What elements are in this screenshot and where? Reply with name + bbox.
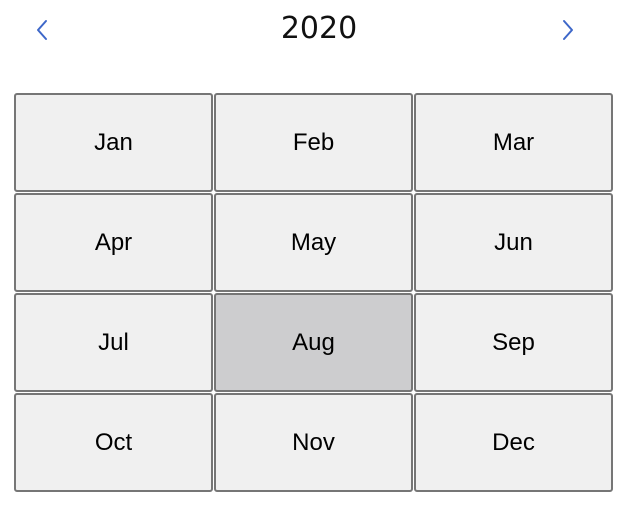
- month-button-mar[interactable]: Mar: [414, 93, 613, 192]
- month-button-oct[interactable]: Oct: [14, 393, 213, 492]
- next-year-button[interactable]: [552, 14, 584, 46]
- year-title: 2020: [280, 11, 358, 46]
- calendar-header: 2020: [0, 0, 638, 60]
- month-button-dec[interactable]: Dec: [414, 393, 613, 492]
- month-button-apr[interactable]: Apr: [14, 193, 213, 292]
- month-button-nov[interactable]: Nov: [214, 393, 413, 492]
- month-button-jun[interactable]: Jun: [414, 193, 613, 292]
- month-button-jul[interactable]: Jul: [14, 293, 213, 392]
- month-button-aug[interactable]: Aug: [214, 293, 413, 392]
- month-grid: Jan Feb Mar Apr May Jun Jul Aug Sep Oct …: [14, 93, 614, 493]
- month-button-sep[interactable]: Sep: [414, 293, 613, 392]
- chevron-right-icon: [563, 20, 573, 40]
- month-button-jan[interactable]: Jan: [14, 93, 213, 192]
- month-button-feb[interactable]: Feb: [214, 93, 413, 192]
- month-button-may[interactable]: May: [214, 193, 413, 292]
